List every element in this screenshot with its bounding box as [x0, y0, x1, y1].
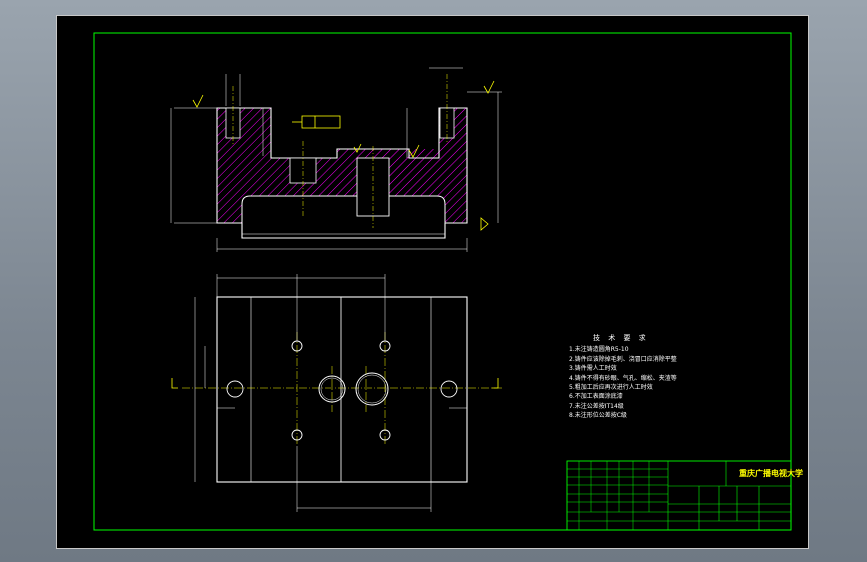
- side-hole-left: [226, 380, 244, 398]
- techreq-item-3: 3.铸件需人工时效: [569, 365, 617, 373]
- engineering-drawing: [93, 32, 792, 531]
- techreq-item-4: 4.铸件不得有砂眼、气孔、缩松、夹渣等: [569, 374, 677, 382]
- bore-right: [355, 372, 389, 406]
- techreq-item-7: 7.未注公差按IT14级: [569, 402, 624, 410]
- side-hole-right: [440, 380, 458, 398]
- techreq-item-8: 8.未注形位公差按C级: [569, 412, 627, 420]
- techreq-heading: 技 术 要 求: [593, 334, 649, 342]
- right-bolt-hole: [439, 107, 455, 139]
- cad-viewport[interactable]: 技 术 要 求 1.未注铸造圆角R5-10 2.铸件应该除掉毛刺、浇冒口应消除平…: [56, 15, 809, 549]
- bottom-cavity: [241, 195, 446, 223]
- techreq-item-1: 1.未注铸造圆角R5-10: [569, 346, 629, 354]
- datum-mark: [480, 217, 489, 231]
- school-name: 重庆广播电视大学: [739, 468, 803, 478]
- technical-requirements: 技 术 要 求 1.未注铸造圆角R5-10 2.铸件应该除掉毛刺、浇冒口应消除平…: [569, 334, 729, 421]
- plan-view: [171, 274, 502, 512]
- techreq-item-5: 5.粗加工后应再次进行人工时效: [569, 384, 653, 392]
- plan-inner-left: [250, 296, 342, 483]
- plan-outline: [216, 296, 468, 483]
- tolerance-frame: [301, 115, 341, 129]
- techreq-item-2: 2.铸件应该除掉毛刺、浇冒口应消除平整: [569, 355, 677, 363]
- techreq-item-6: 6.不加工表面涂底漆: [569, 393, 623, 401]
- section-view: [170, 67, 502, 252]
